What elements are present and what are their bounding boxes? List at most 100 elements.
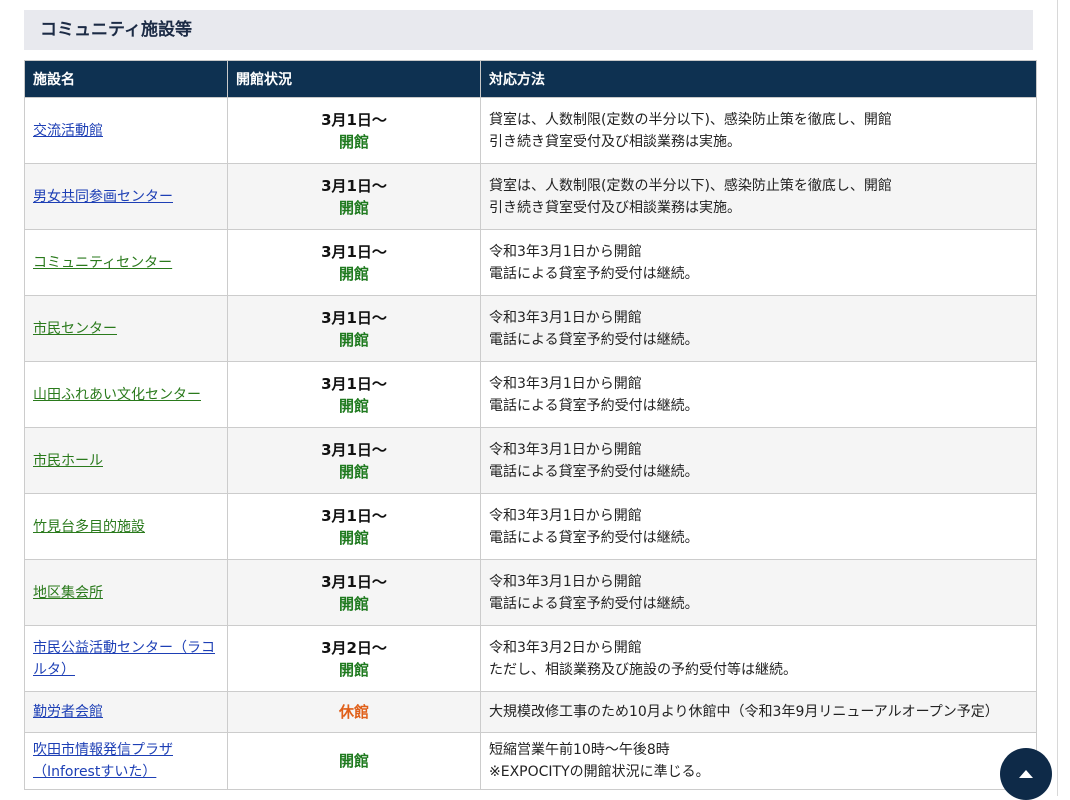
reopen-date: 3月1日〜 (321, 572, 387, 591)
column-header-name: 施設名 (24, 60, 228, 98)
reopen-date: 3月2日〜 (321, 638, 387, 657)
table-row: 竹見台多目的施設 3月1日〜 開館 令和3年3月1日から開館 電話による貸室予約受付は継… (24, 493, 1037, 560)
column-header-status: 開館状況 (227, 60, 481, 98)
facility-name-cell: 勤労者会館 (24, 691, 228, 733)
status-cell: 3月1日〜開館 (227, 163, 481, 230)
facility-link[interactable]: 山田ふれあい文化センター (33, 387, 201, 403)
method-text: 貸室は、人数制限(定数の半分以下)、感染防止策を徹底し、開館 (489, 111, 892, 128)
method-text: 令和3年3月1日から開館 (489, 309, 642, 326)
method-cell: 令和3年3月1日から開館 電話による貸室予約受付は継続。 (480, 427, 1037, 494)
facility-name-cell: 竹見台多目的施設 (24, 493, 228, 560)
facility-link[interactable]: 市民センター (33, 321, 117, 337)
status-badge: 開館 (338, 660, 369, 679)
facility-link[interactable]: コミュニティセンター (33, 255, 172, 271)
arrow-up-icon (1019, 770, 1033, 778)
reopen-date: 3月1日〜 (321, 242, 387, 261)
method-text: 電話による貸室予約受付は継続。 (489, 595, 699, 612)
facility-link[interactable]: 吹田市情報発信プラザ（Inforestすいた） (33, 742, 173, 780)
method-text: 大規模改修工事のため10月より休館中（令和3年9月リニューアルオープン予定） (489, 704, 999, 720)
status-badge: 開館 (338, 198, 369, 217)
method-text: 貸室は、人数制限(定数の半分以下)、感染防止策を徹底し、開館 (489, 177, 892, 194)
status-cell: 3月1日〜開館 (227, 97, 481, 164)
method-cell: 令和3年3月1日から開館 電話による貸室予約受付は継続。 (480, 229, 1037, 296)
reopen-date: 3月1日〜 (321, 506, 387, 525)
status-badge: 開館 (338, 528, 369, 547)
method-text: 引き続き貸室受付及び相談業務は実施。 (489, 199, 741, 216)
method-cell: 短縮営業午前10時〜午後8時 ※EXPOCITYの開館状況に準じる。 (480, 732, 1037, 790)
method-text: 令和3年3月1日から開館 (489, 441, 642, 458)
facility-link[interactable]: 地区集会所 (33, 585, 103, 601)
facility-link[interactable]: 市民ホール (33, 453, 103, 469)
status-badge: 開館 (338, 594, 369, 613)
method-cell: 貸室は、人数制限(定数の半分以下)、感染防止策を徹底し、開館 引き続き貸室受付及び… (480, 163, 1037, 230)
method-text: ※EXPOCITYの開館状況に準じる。 (489, 764, 710, 780)
method-text: 電話による貸室予約受付は継続。 (489, 331, 699, 348)
facility-name-cell: 男女共同参画センター (24, 163, 228, 230)
facility-name-cell: 市民ホール (24, 427, 228, 494)
facility-name-cell: コミュニティセンター (24, 229, 228, 296)
table-row: 市民ホール 3月1日〜 開館 令和3年3月1日から開館 電話による貸室予約受付は継続。 (24, 427, 1037, 494)
facility-name-cell: 山田ふれあい文化センター (24, 361, 228, 428)
method-text: 電話による貸室予約受付は継続。 (489, 397, 699, 414)
method-text: 令和3年3月1日から開館 (489, 573, 642, 590)
reopen-date: 3月1日〜 (321, 308, 387, 327)
reopen-date: 3月1日〜 (321, 110, 387, 129)
method-text: 令和3年3月1日から開館 (489, 243, 642, 260)
back-to-top-button[interactable] (1000, 748, 1052, 800)
facility-name-cell: 地区集会所 (24, 559, 228, 626)
status-cell: 3月1日〜開館 (227, 427, 481, 494)
status-cell: 3月1日〜開館 (227, 295, 481, 362)
table-row: 吹田市情報発信プラザ（Inforestすいた） 開館 短縮営業午前10時〜午後8時 ※… (24, 732, 1037, 790)
status-cell: 休館 (227, 691, 481, 733)
table-row: 山田ふれあい文化センター 3月1日〜 開館 令和3年3月1日から開館 電話による貸室予約… (24, 361, 1037, 428)
method-cell: 令和3年3月2日から開館ただし、相談業務及び施設の予約受付等は継続。 (480, 625, 1037, 692)
facility-name-cell: 交流活動館 (24, 97, 228, 164)
method-text: 令和3年3月1日から開館 (489, 375, 642, 392)
method-cell: 大規模改修工事のため10月より休館中（令和3年9月リニューアルオープン予定） (480, 691, 1037, 733)
table-row: コミュニティセンター 3月1日〜開館 令和3年3月1日から開館 電話による貸室予約受付… (24, 229, 1037, 296)
method-cell: 貸室は、人数制限(定数の半分以下)、感染防止策を徹底し、開館 引き続き貸室受付及び… (480, 97, 1037, 164)
facility-name-cell: 市民センター (24, 295, 228, 362)
facility-link[interactable]: 勤労者会館 (33, 704, 103, 720)
status-badge: 開館 (338, 264, 369, 283)
status-badge: 休館 (338, 703, 369, 721)
table-header-row: 施設名 開館状況 対応方法 (24, 60, 1037, 98)
status-cell: 開館 (227, 732, 481, 790)
method-cell: 令和3年3月1日から開館電話による貸室予約受付は継続。 (480, 559, 1037, 626)
table-row: 地区集会所 3月1日〜 開館 令和3年3月1日から開館 電話による貸室予約受付は継続。 (24, 559, 1037, 626)
status-badge: 開館 (338, 132, 369, 151)
table-row: 市民公益活動センター（ラコルタ） 3月2日〜 開館 令和3年3月2日から開館 ただし、相… (24, 625, 1037, 692)
method-cell: 令和3年3月1日から開館電話による貸室予約受付は継続。 (480, 361, 1037, 428)
method-text: ただし、相談業務及び施設の予約受付等は継続。 (489, 661, 797, 678)
facility-status-table: 施設名 開館状況 対応方法 交流活動館 3月1日〜 開館 貸室は、人数制限(定数の半分… (24, 60, 1037, 790)
facility-name-cell: 吹田市情報発信プラザ（Inforestすいた） (24, 732, 228, 790)
method-cell: 令和3年3月1日から開館電話による貸室予約受付は継続。 (480, 493, 1037, 560)
status-badge: 開館 (338, 330, 369, 349)
method-text: 令和3年3月2日から開館 (489, 639, 642, 656)
status-badge: 開館 (338, 462, 369, 481)
method-text: 引き続き貸室受付及び相談業務は実施。 (489, 133, 741, 150)
facility-link[interactable]: 市民公益活動センター（ラコルタ） (33, 640, 215, 678)
status-cell: 3月1日〜開館 (227, 361, 481, 428)
method-text: 短縮営業午前10時〜午後8時 (489, 742, 670, 758)
method-text: 電話による貸室予約受付は継続。 (489, 529, 699, 546)
facility-name-cell: 市民公益活動センター（ラコルタ） (24, 625, 228, 692)
facility-link[interactable]: 男女共同参画センター (33, 189, 173, 205)
method-text: 令和3年3月1日から開館 (489, 507, 642, 524)
reopen-date: 3月1日〜 (321, 176, 387, 195)
status-cell: 3月1日〜開館 (227, 559, 481, 626)
facility-link[interactable]: 交流活動館 (33, 123, 103, 139)
table-row: 交流活動館 3月1日〜 開館 貸室は、人数制限(定数の半分以下)、感染防止策を徹底し、… (24, 97, 1037, 164)
table-row: 勤労者会館 休館 大規模改修工事のため10月より休館中（令和3年9月リニューアルオー… (24, 691, 1037, 733)
status-badge: 開館 (338, 752, 369, 770)
reopen-date: 3月1日〜 (321, 440, 387, 459)
table-row: 男女共同参画センター 3月1日〜 開館 貸室は、人数制限(定数の半分以下)、感染防止策… (24, 163, 1037, 230)
status-badge: 開館 (338, 396, 369, 415)
status-cell: 3月2日〜開館 (227, 625, 481, 692)
facility-link[interactable]: 竹見台多目的施設 (33, 519, 145, 535)
status-cell: 3月1日〜開館 (227, 493, 481, 560)
page-divider (1057, 0, 1058, 796)
method-cell: 令和3年3月1日から開館電話による貸室予約受付は継続。 (480, 295, 1037, 362)
reopen-date: 3月1日〜 (321, 374, 387, 393)
section-title: コミュニティ施設等 (24, 10, 1033, 50)
